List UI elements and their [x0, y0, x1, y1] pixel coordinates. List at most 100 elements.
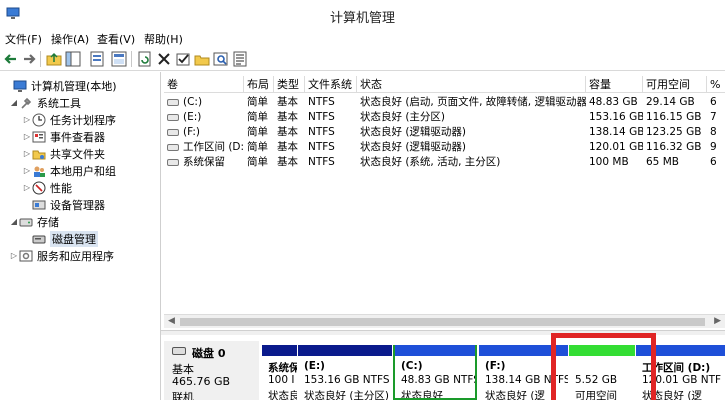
- navigation-tree: 计算机管理(本地) ◢ 系统工具 ▷ 任务计划程序 ▷ 事件查看器 ▷ 共享文件…: [0, 72, 161, 400]
- partition-size: 48.83 GB NTFS: [401, 374, 477, 386]
- volume-cell-capacity: 48.83 GB: [589, 96, 638, 108]
- scroll-right-icon[interactable]: ▶: [714, 316, 721, 326]
- horizontal-scrollbar[interactable]: ◀ ▶: [164, 314, 725, 328]
- show-tree-icon[interactable]: [64, 50, 82, 68]
- refresh-icon[interactable]: [136, 50, 154, 68]
- scrollbar-thumb[interactable]: [180, 318, 705, 326]
- partition-free-space[interactable]: 5.52 GB 可用空间: [569, 345, 635, 400]
- open-folder-icon[interactable]: [193, 50, 211, 68]
- tree-item-task-scheduler[interactable]: ▷ 任务计划程序: [22, 111, 116, 128]
- volume-name: (F:): [183, 126, 200, 138]
- partition-e[interactable]: (E:) 153.16 GB NTFS 状态良好 (主分区): [298, 345, 392, 400]
- partition-color-bar: [262, 345, 297, 356]
- volume-list-header: 卷 布局 类型 文件系统 状态 容量 可用空间 %: [164, 76, 725, 93]
- task-scheduler-icon: [32, 113, 46, 127]
- menu-help[interactable]: 帮助(H): [144, 31, 183, 47]
- partition-f[interactable]: (F:) 138.14 GB NTFS 状态良好 (逻: [479, 345, 568, 400]
- partition-name: (F:): [485, 360, 506, 372]
- partition-body: 工作区间 (D:) 120.01 GB NTF 状态良好 (逻: [638, 358, 723, 400]
- volume-cell-percent-free: 8: [710, 126, 717, 138]
- export-list-icon[interactable]: [231, 50, 249, 68]
- volume-cell-layout: 简单: [247, 156, 268, 168]
- collapsed-arrow-icon[interactable]: ▷: [22, 115, 32, 124]
- partition-color-bar: [298, 345, 392, 356]
- column-header-volume[interactable]: 卷: [164, 76, 244, 93]
- volume-cell-type: 基本: [277, 111, 298, 123]
- tree-item-label: 存储: [37, 215, 59, 229]
- check-icon[interactable]: [174, 50, 192, 68]
- partition-d[interactable]: 工作区间 (D:) 120.01 GB NTF 状态良好 (逻: [636, 345, 725, 400]
- tree-item-local-users[interactable]: ▷ 本地用户和组: [22, 162, 116, 179]
- computer-management-icon: [13, 79, 27, 93]
- toolbar-separator: [131, 51, 132, 67]
- back-arrow-icon[interactable]: [2, 50, 20, 68]
- volume-cell-name: (F:): [164, 125, 244, 140]
- help-icon[interactable]: [110, 50, 128, 68]
- toolbar-separator: [40, 51, 41, 67]
- menu-view[interactable]: 查看(V): [97, 31, 135, 47]
- volume-cell-layout: 简单: [247, 141, 268, 153]
- window-title: 计算机管理: [329, 11, 395, 26]
- volume-icon: [167, 98, 179, 106]
- tree-item-label: 共享文件夹: [50, 147, 105, 161]
- partition-size: 153.16 GB NTFS: [304, 374, 390, 386]
- column-header-filesystem[interactable]: 文件系统: [305, 76, 357, 93]
- disk-status: 联机: [172, 391, 194, 400]
- column-header-percent-free[interactable]: %: [707, 76, 725, 93]
- volume-row[interactable]: 系统保留 简单 基本 NTFS 状态良好 (系统, 活动, 主分区) 100 M…: [164, 155, 725, 170]
- volume-cell-type: 基本: [277, 156, 298, 168]
- volume-cell-type: 基本: [277, 96, 298, 108]
- collapsed-arrow-icon[interactable]: ▷: [22, 149, 32, 158]
- column-header-capacity[interactable]: 容量: [586, 76, 643, 93]
- tree-item-system-tools[interactable]: ◢ 系统工具: [9, 94, 81, 111]
- tree-item-storage[interactable]: ◢ 存储: [9, 213, 59, 230]
- volume-row[interactable]: (C:) 简单 基本 NTFS 状态良好 (启动, 页面文件, 故障转储, 逻辑…: [164, 95, 725, 110]
- properties-icon[interactable]: [88, 50, 106, 68]
- volume-row[interactable]: (E:) 简单 基本 NTFS 状态良好 (主分区) 153.16 GB 116…: [164, 110, 725, 125]
- tree-item-services-apps[interactable]: ▷ 服务和应用程序: [9, 247, 114, 264]
- tree-item-performance[interactable]: ▷ 性能: [22, 179, 72, 196]
- volume-cell-status: 状态良好 (启动, 页面文件, 故障转储, 逻辑驱动器): [360, 96, 586, 108]
- collapsed-arrow-icon[interactable]: ▷: [22, 132, 32, 141]
- volume-cell-name: 工作区间 (D:): [164, 140, 244, 155]
- column-header-layout[interactable]: 布局: [244, 76, 274, 93]
- column-header-status[interactable]: 状态: [357, 76, 586, 93]
- tree-item-label: 事件查看器: [50, 130, 105, 144]
- volume-cell-free-space: 29.14 GB: [646, 96, 695, 108]
- tree-item-computer-management[interactable]: 计算机管理(本地): [3, 77, 117, 94]
- forward-arrow-icon[interactable]: [20, 50, 38, 68]
- expanded-arrow-icon[interactable]: ◢: [9, 98, 19, 107]
- collapsed-arrow-icon[interactable]: ▷: [22, 166, 32, 175]
- collapsed-arrow-icon[interactable]: ▷: [9, 251, 19, 260]
- volume-cell-free-space: 123.25 GB: [646, 126, 702, 138]
- column-header-type[interactable]: 类型: [274, 76, 305, 93]
- partition-status: 状态良好 (逻: [642, 390, 702, 400]
- volume-row[interactable]: (F:) 简单 基本 NTFS 状态良好 (逻辑驱动器) 138.14 GB 1…: [164, 125, 725, 140]
- up-folder-icon[interactable]: [45, 50, 63, 68]
- tree-item-shared-folders[interactable]: ▷ 共享文件夹: [22, 145, 105, 162]
- partition-name: (C:): [401, 360, 423, 372]
- expanded-arrow-icon[interactable]: ◢: [9, 217, 19, 226]
- menu-action[interactable]: 操作(A): [51, 31, 89, 47]
- volume-icon: [167, 143, 179, 151]
- delete-icon[interactable]: [155, 50, 173, 68]
- volume-row[interactable]: 工作区间 (D:) 简单 基本 NTFS 状态良好 (逻辑驱动器) 120.01…: [164, 140, 725, 155]
- menu-file[interactable]: 文件(F): [5, 31, 42, 47]
- volume-cell-percent-free: 9: [710, 141, 717, 153]
- column-header-free-space[interactable]: 可用空间: [643, 76, 707, 93]
- partition-color-bar: [395, 345, 475, 356]
- collapsed-arrow-icon[interactable]: ▷: [22, 183, 32, 192]
- event-viewer-icon: [32, 130, 46, 144]
- tree-item-event-viewer[interactable]: ▷ 事件查看器: [22, 128, 105, 145]
- partition-system-reserved[interactable]: 系统保 100 I 状态良: [262, 345, 297, 400]
- disk-info-panel[interactable]: 磁盘 0 基本 465.76 GB 联机: [164, 341, 259, 400]
- volume-cell-percent-free: 6: [710, 156, 717, 168]
- search-icon[interactable]: [212, 50, 230, 68]
- tree-item-device-manager[interactable]: 设备管理器: [32, 196, 105, 213]
- volume-cell-status: 状态良好 (系统, 活动, 主分区): [360, 156, 501, 168]
- volume-name: 工作区间 (D:): [183, 141, 244, 153]
- partition-c[interactable]: (C:) 48.83 GB NTFS 状态良好: [393, 345, 477, 400]
- tree-item-disk-management[interactable]: 磁盘管理: [32, 230, 98, 247]
- toolbar: [0, 47, 725, 71]
- scroll-left-icon[interactable]: ◀: [168, 316, 175, 326]
